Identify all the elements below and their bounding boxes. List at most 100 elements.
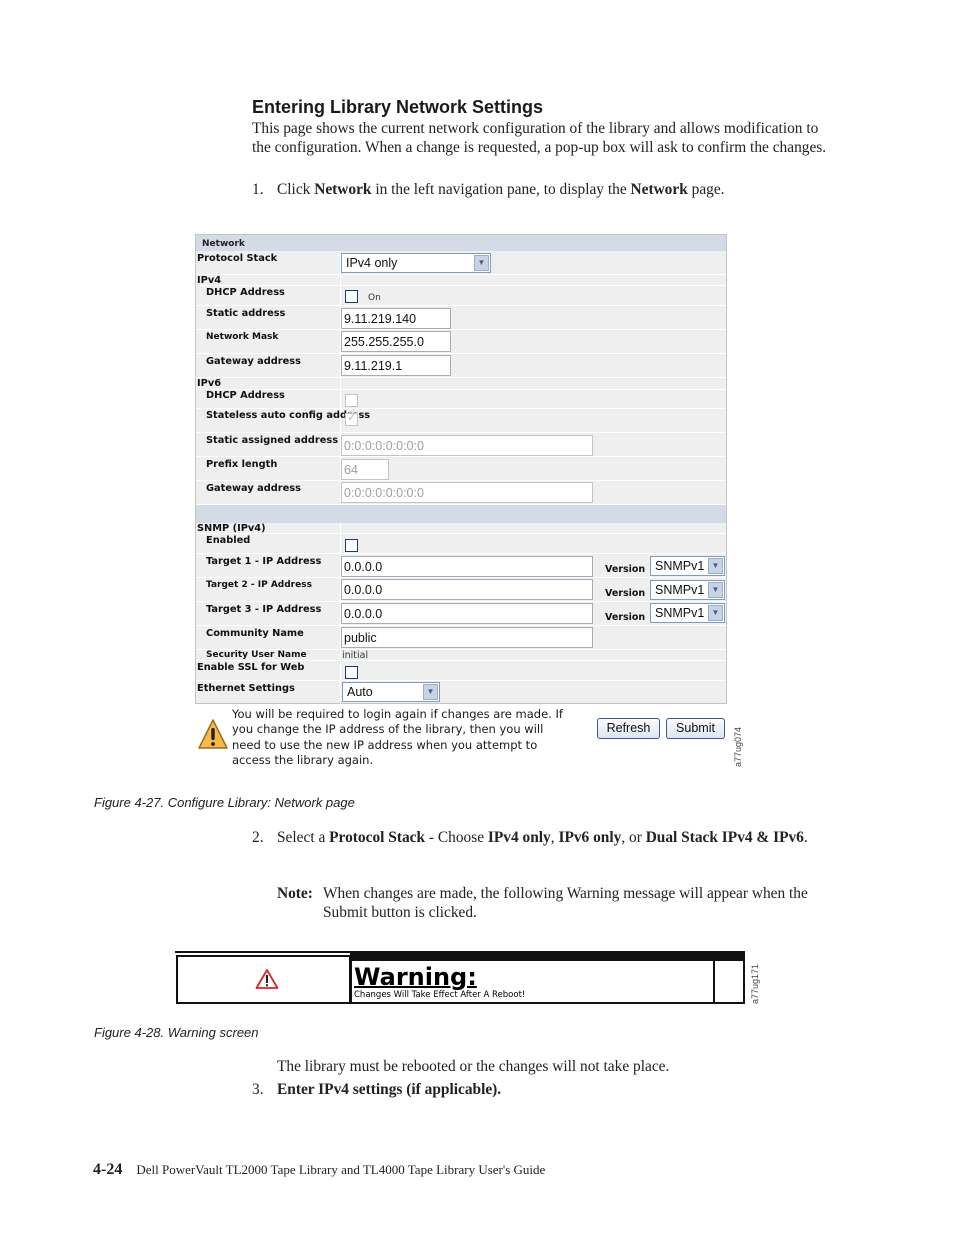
selected-value: Auto [347,685,373,699]
snmp-target-1-version-select[interactable]: SNMPv1 ▼ [650,556,725,576]
side-cell [715,959,745,1004]
step-number: 2. [252,829,264,846]
section-divider [196,505,726,523]
step-text: Click Network in the left navigation pan… [277,180,852,199]
ethernet-label: Ethernet Settings [197,683,295,694]
snmp-target-3-version-select[interactable]: SNMPv1 ▼ [650,603,725,623]
ipv4-network-mask-input[interactable]: 255.255.255.0 [341,331,451,352]
chevron-down-icon: ▼ [708,558,723,574]
submit-button[interactable]: Submit [666,718,725,739]
warning-screen: Warning: Changes Will Take Effect After … [175,951,745,1006]
snmp-enabled-checkbox[interactable] [345,539,358,552]
chevron-down-icon: ▼ [423,684,438,700]
security-user-value: initial [342,650,369,661]
bold-text: Dual Stack IPv4 & IPv6 [645,829,804,846]
warning-triangle-icon [198,719,228,749]
note-text: When changes are made, the following War… [323,885,808,921]
ipv4-gateway-input[interactable]: 9.11.219.1 [341,355,451,376]
warning-triangle-icon [255,969,279,989]
message-cell: Warning: Changes Will Take Effect After … [350,959,715,1004]
ipv4-dhcp-checkbox[interactable] [345,290,358,303]
ipv6-static-label: Static assigned address [206,435,339,446]
warning-subtitle: Changes Will Take Effect After A Reboot! [354,990,526,1000]
ipv6-static-address-input[interactable]: 0:0:0:0:0:0:0:0 [341,435,593,456]
section-title: Entering Library Network Settings [252,97,544,117]
ipv4-dhcp-label: DHCP Address [206,287,285,298]
step-3: 3. Enter IPv4 settings (if applicable). [252,1080,832,1099]
ipv4-mask-label: Network Mask [206,332,279,342]
ipv6-dhcp-label: DHCP Address [206,390,285,401]
ipv6-heading: IPv6 [197,378,222,389]
bold-text: IPv6 only [558,829,622,846]
ipv6-dhcp-checkbox[interactable] [345,394,358,407]
text: Click [277,181,315,198]
bold-text: Network [314,181,372,198]
intro-paragraph: This page shows the current network conf… [252,120,827,156]
selected-value: SNMPv1 [655,559,705,573]
ssl-checkbox[interactable] [345,666,358,679]
text: Select a [277,829,330,846]
ipv6-prefix-label: Prefix length [206,459,278,470]
version-label: Version [605,612,646,623]
protocol-stack-label: Protocol Stack [197,253,278,264]
book-title: Dell PowerVault TL2000 Tape Library and … [136,1162,546,1177]
security-user-label: Security User Name [206,650,307,660]
community-name-input[interactable]: public [341,627,593,648]
ipv4-gateway-label: Gateway address [206,356,301,367]
chevron-down-icon: ▼ [708,605,723,621]
figure-id: a77ug074 [733,726,743,767]
reboot-paragraph: The library must be rebooted or the chan… [277,1058,670,1075]
text: in the left navigation pane, to display … [371,181,631,198]
page-number: 4-24 [93,1161,123,1178]
ssl-label: Enable SSL for Web [197,662,305,673]
refresh-button[interactable]: Refresh [597,718,660,739]
note: Note: When changes are made, the followi… [277,884,837,922]
snmp-target-3-input[interactable]: 0.0.0.0 [341,603,593,624]
ipv4-static-address-input[interactable]: 9.11.219.140 [341,308,451,329]
snmp-target-label: Target 2 - IP Address [206,580,312,590]
page-footer: 4-24 Dell PowerVault TL2000 Tape Library … [93,1161,545,1179]
login-warning-text: You will be required to login again if c… [232,707,563,767]
step-2: 2. Select a Protocol Stack - Choose IPv4… [252,828,832,847]
protocol-stack-select[interactable]: IPv4 only ▼ [341,253,491,273]
figure-caption: Figure 4-28. Warning screen [94,1025,259,1040]
snmp-target-label: Target 1 - IP Address [206,556,322,567]
chevron-down-icon: ▼ [474,255,489,271]
ethernet-settings-select[interactable]: Auto ▼ [342,682,440,702]
snmp-enabled-label: Enabled [206,535,251,546]
note-label: Note: [277,885,313,902]
figure-id: a77ug171 [750,963,760,1004]
bold-text: Network [630,181,688,198]
step-text: Select a Protocol Stack - Choose IPv4 on… [277,828,832,847]
ipv4-static-label: Static address [206,308,286,319]
bold-text: IPv4 only [487,829,551,846]
text: . [803,829,808,846]
network-form: Network Protocol Stack IPv4 only ▼ IPv4 … [195,234,727,705]
warning-title: Warning: [354,963,477,991]
ipv6-prefix-length-input[interactable]: 64 [341,459,389,480]
figure-caption: Figure 4-27. Configure Library: Network … [94,795,355,810]
ipv4-dhcp-on-label: On [368,293,381,303]
selected-value: IPv4 only [346,256,398,270]
step-text: Enter IPv4 settings (if applicable). [277,1081,502,1098]
snmp-target-2-input[interactable]: 0.0.0.0 [341,579,593,600]
text: page. [687,181,725,198]
selected-value: SNMPv1 [655,583,705,597]
checkmark-icon: ✓ [347,411,357,424]
snmp-target-2-version-select[interactable]: SNMPv1 ▼ [650,580,725,600]
selected-value: SNMPv1 [655,606,705,620]
form-header: Network [196,235,726,251]
version-label: Version [605,588,646,599]
community-name-label: Community Name [206,628,304,639]
step-number: 1. [252,181,264,198]
snmp-target-1-input[interactable]: 0.0.0.0 [341,556,593,577]
bold-text: Protocol Stack [329,829,426,846]
ipv6-stateless-checkbox[interactable]: ✓ [345,411,358,426]
ipv6-gateway-input[interactable]: 0:0:0:0:0:0:0:0 [341,482,593,503]
snmp-target-label: Target 3 - IP Address [206,604,322,615]
chevron-down-icon: ▼ [708,582,723,598]
ipv4-heading: IPv4 [197,275,222,286]
snmp-heading: SNMP (IPv4) [197,523,266,534]
text: , or [621,829,646,846]
text: - Choose [425,829,488,846]
